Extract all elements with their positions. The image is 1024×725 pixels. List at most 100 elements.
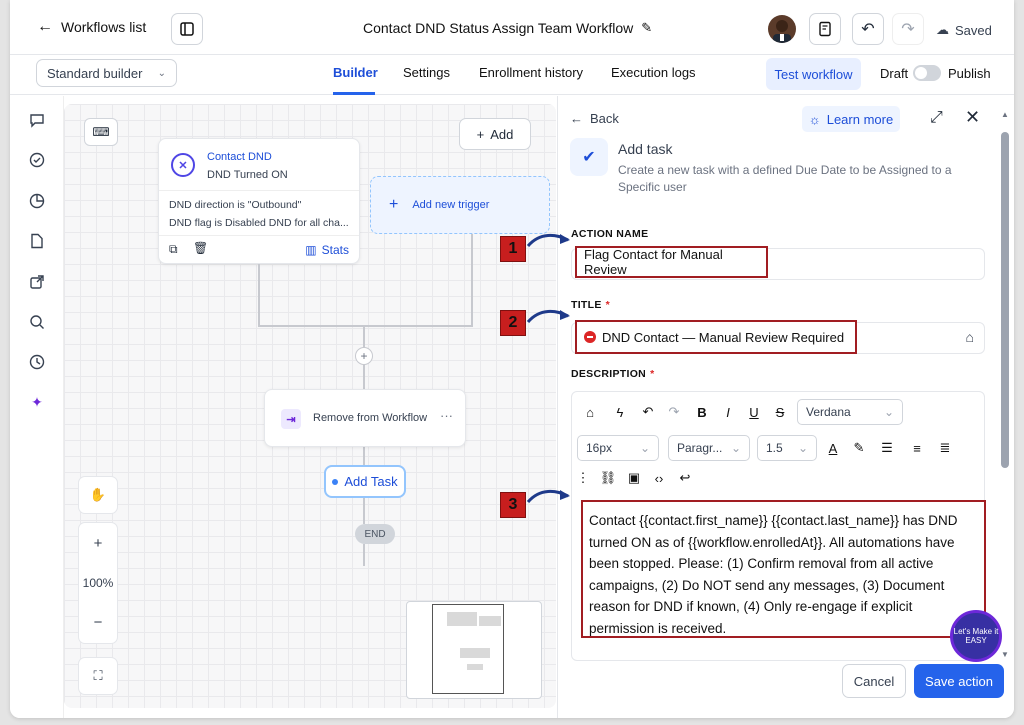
- remove-from-workflow-card[interactable]: ⇥ Remove from Workflow ···: [264, 389, 466, 447]
- minimap-node: [467, 664, 483, 670]
- pencil-icon[interactable]: ✎: [641, 20, 652, 36]
- trigger-footer: ⧉ 🗑 ▥ Stats: [159, 235, 359, 263]
- tab-enrollment-history[interactable]: Enrollment history: [479, 65, 583, 80]
- trash-icon[interactable]: 🗑: [193, 241, 208, 255]
- title-label: TITLE *: [571, 299, 610, 311]
- connector-line: [258, 325, 473, 327]
- minimap[interactable]: [406, 601, 542, 699]
- tab-execution-logs[interactable]: Execution logs: [611, 65, 696, 80]
- font-family-select[interactable]: Verdana ⌄: [797, 399, 903, 425]
- align-icon[interactable]: ≣: [935, 438, 955, 458]
- builder-mode-select[interactable]: Standard builder ⌄: [36, 59, 177, 87]
- redo-button[interactable]: ↷: [892, 13, 924, 45]
- avatar[interactable]: [768, 15, 796, 43]
- action-name-input[interactable]: Flag Contact for Manual Review: [575, 246, 768, 278]
- chevron-down-icon: ⌄: [797, 441, 808, 455]
- add-task-node[interactable]: Add Task: [324, 465, 406, 498]
- copy-icon[interactable]: ⧉: [169, 242, 178, 257]
- fit-view-button[interactable]: ⛶: [78, 657, 118, 695]
- font-size-select[interactable]: 16px ⌄: [577, 435, 659, 461]
- redo-icon[interactable]: ↷: [664, 402, 684, 422]
- scroll-down-icon[interactable]: ▼: [1001, 650, 1009, 659]
- draft-label: Draft: [880, 66, 909, 81]
- plus-icon: +: [476, 126, 485, 142]
- strikethrough-icon[interactable]: S: [770, 402, 790, 422]
- check-circle-icon[interactable]: [27, 150, 47, 170]
- learn-more-button[interactable]: ☼ Learn more: [802, 106, 900, 132]
- sidebar-toggle-button[interactable]: [171, 13, 203, 45]
- workflows-list-back-button[interactable]: ← Workflows list: [37, 18, 146, 36]
- pie-chart-icon[interactable]: [27, 191, 47, 211]
- numbered-list-icon[interactable]: ≡: [907, 438, 927, 458]
- minimap-node: [479, 616, 501, 626]
- title-input[interactable]: DND Contact — Manual Review Required: [575, 320, 857, 354]
- add-step-node[interactable]: +: [355, 347, 373, 365]
- add-button[interactable]: + Add: [459, 118, 531, 150]
- description-label: DESCRIPTION *: [571, 368, 654, 380]
- underline-icon[interactable]: U: [744, 402, 764, 422]
- zoom-level: 100%: [82, 576, 114, 590]
- minimap-node: [460, 648, 490, 658]
- version-history-button[interactable]: [809, 13, 841, 45]
- sparkle-icon[interactable]: ✦: [27, 392, 47, 412]
- task-icon: ✔: [570, 138, 608, 176]
- zoom-out-button[interactable]: −: [94, 614, 103, 631]
- expand-panel-icon[interactable]: ⤢: [930, 109, 943, 127]
- more-icon[interactable]: ···: [440, 408, 453, 423]
- tab-settings[interactable]: Settings: [403, 65, 450, 80]
- search-icon[interactable]: [27, 312, 47, 332]
- paragraph-select[interactable]: Paragr... ⌄: [668, 435, 750, 461]
- tag-icon[interactable]: ⌂: [580, 402, 600, 422]
- panel-back-button[interactable]: ← Back: [570, 111, 619, 126]
- highlight-icon[interactable]: ✎: [849, 438, 869, 458]
- add-task-label: Add Task: [344, 474, 398, 489]
- cancel-button[interactable]: Cancel: [842, 664, 906, 698]
- line-height-select[interactable]: 1.5 ⌄: [757, 435, 817, 461]
- code-icon[interactable]: ‹›: [649, 468, 669, 488]
- bullet-list-icon[interactable]: ☰: [877, 438, 897, 458]
- stats-button[interactable]: ▥ Stats: [305, 243, 349, 257]
- text-color-icon[interactable]: A: [823, 438, 843, 458]
- lightning-icon[interactable]: ϟ: [610, 402, 630, 422]
- history-icon[interactable]: [27, 352, 47, 372]
- link-icon[interactable]: ⛓: [598, 468, 618, 488]
- italic-icon[interactable]: I: [718, 402, 738, 422]
- trigger-card[interactable]: ✕ Contact DND DND Turned ON DND directio…: [158, 138, 360, 264]
- workflow-canvas[interactable]: ⌨ + Add ✕ Contact DND DND Turned ON DND …: [64, 104, 556, 708]
- add-new-trigger-button[interactable]: + Add new trigger: [370, 176, 550, 234]
- close-icon[interactable]: ✕: [965, 107, 980, 128]
- description-body[interactable]: Contact {{contact.first_name}} {{contact…: [581, 500, 986, 638]
- trigger-filter-1: DND direction is "Outbound": [169, 199, 302, 211]
- panel-scrollbar[interactable]: [1001, 132, 1009, 468]
- comment-icon[interactable]: [27, 110, 47, 130]
- connector-line: [471, 234, 473, 326]
- connector-line: [258, 264, 260, 326]
- tab-builder[interactable]: Builder: [333, 65, 378, 80]
- file-icon[interactable]: [27, 231, 47, 251]
- more-vertical-icon[interactable]: ⋮: [576, 468, 590, 488]
- external-link-icon[interactable]: [27, 272, 47, 292]
- zoom-in-button[interactable]: +: [94, 535, 103, 552]
- learn-more-label: Learn more: [826, 111, 894, 127]
- pan-tool-button[interactable]: ✋: [78, 476, 118, 514]
- cloud-icon: ☁: [936, 22, 949, 37]
- bold-icon[interactable]: B: [692, 402, 712, 422]
- annotation-badge-1: 1: [500, 236, 526, 262]
- title-label-text: TITLE: [571, 299, 602, 311]
- tag-icon[interactable]: ⌂: [966, 329, 974, 345]
- image-icon[interactable]: ▣: [624, 468, 644, 488]
- undo-button[interactable]: ↶: [852, 13, 884, 45]
- back-label: Workflows list: [61, 19, 147, 35]
- undo-icon[interactable]: ↶: [638, 402, 658, 422]
- remove-workflow-icon: ⇥: [281, 409, 301, 429]
- chevron-down-icon: ⌄: [883, 405, 894, 419]
- chevron-down-icon: ⌄: [157, 67, 166, 79]
- save-action-button[interactable]: Save action: [914, 664, 1004, 698]
- add-new-trigger-label: Add new trigger: [412, 199, 490, 211]
- no-entry-icon: [584, 331, 596, 343]
- keyboard-shortcuts-button[interactable]: ⌨: [84, 118, 118, 146]
- wrap-text-icon[interactable]: ↩: [675, 468, 695, 488]
- test-workflow-button[interactable]: Test workflow: [766, 58, 861, 90]
- publish-toggle[interactable]: [913, 65, 941, 81]
- scroll-up-icon[interactable]: ▲: [1001, 110, 1009, 119]
